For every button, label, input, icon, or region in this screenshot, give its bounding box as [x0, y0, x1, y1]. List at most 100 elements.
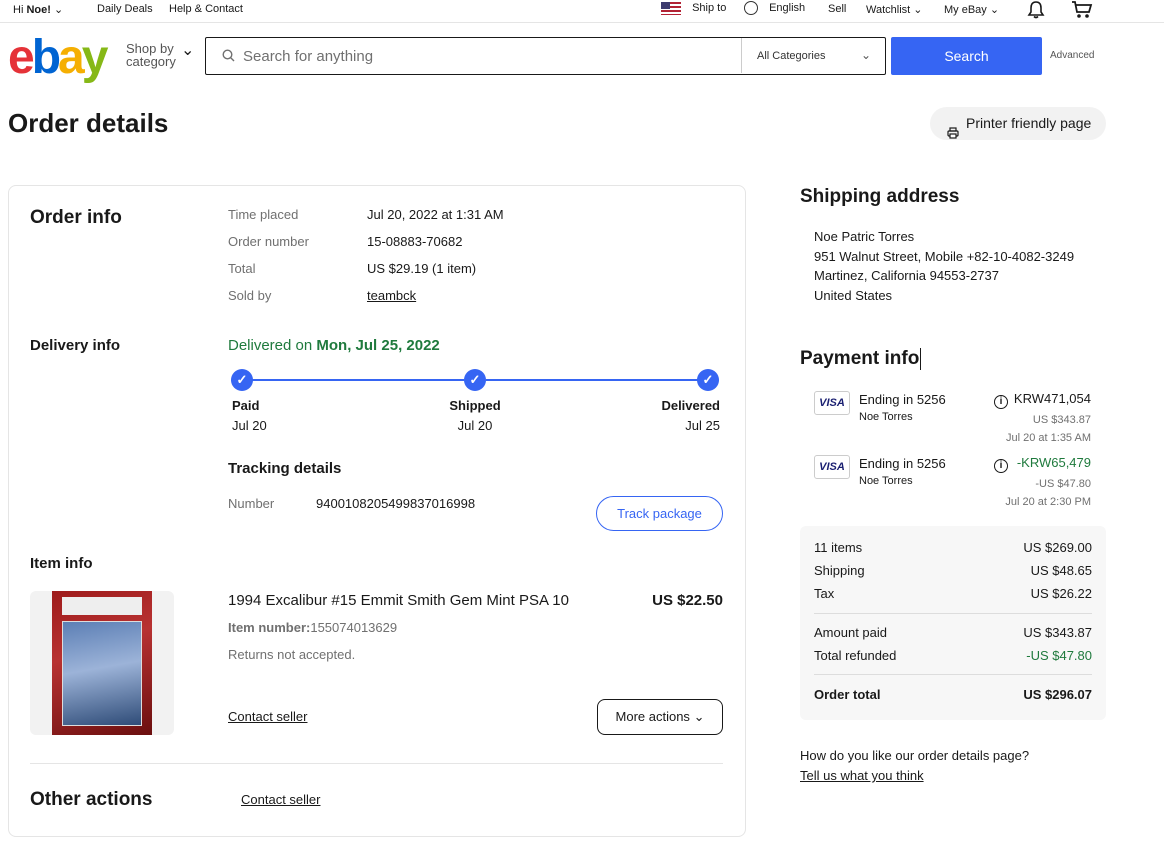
delivery-status: Delivered on Mon, Jul 25, 2022 [228, 337, 440, 354]
summary-value: US $48.65 [1030, 563, 1092, 578]
delivery-status-date: Mon, Jul 25, 2022 [316, 337, 440, 354]
sold-by-label: Sold by [228, 288, 272, 303]
order-number-label: Order number [228, 234, 309, 249]
progress-line-1 [252, 379, 464, 381]
order-total-value: US $296.07 [1023, 687, 1092, 702]
summary-shipping-row: Shipping US $48.65 [814, 563, 1092, 578]
ship-to-button[interactable]: Ship to [661, 2, 726, 15]
total-label: Total [228, 261, 256, 276]
section-divider [30, 763, 723, 764]
seller-link[interactable]: teambck [367, 288, 416, 303]
advanced-search-link[interactable]: Advanced [1050, 50, 1094, 61]
chevron-down-icon: ⌄ [913, 4, 923, 16]
printer-friendly-button[interactable]: Printer friendly page [930, 107, 1106, 140]
summary-value: US $343.87 [1023, 625, 1092, 640]
summary-label: Amount paid [814, 625, 887, 640]
returns-policy: Returns not accepted. [228, 647, 356, 662]
delivery-info-heading: Delivery info [30, 337, 121, 354]
search-button[interactable]: Search [891, 37, 1042, 75]
feedback-link[interactable]: Tell us what you think [800, 768, 924, 783]
item-price: US $22.50 [652, 592, 723, 609]
language-button[interactable]: English [744, 1, 805, 15]
daily-deals-link[interactable]: Daily Deals [97, 3, 153, 15]
item-title-link[interactable]: 1994 Excalibur #15 Emmit Smith Gem Mint … [228, 592, 569, 609]
summary-label: 11 items [814, 540, 863, 555]
item-thumbnail[interactable] [30, 591, 174, 735]
step-delivered-label: Delivered [661, 398, 720, 413]
greeting-prefix: Hi [13, 4, 27, 16]
category-select[interactable]: All Categories ⌄ [741, 38, 885, 73]
chevron-down-icon: ⌄ [693, 709, 705, 724]
total-value: US $29.19 (1 item) [367, 261, 477, 276]
bell-icon[interactable] [1027, 0, 1045, 22]
chevron-down-icon: ⌄ [989, 4, 1000, 16]
order-total-label: Order total [814, 687, 881, 702]
payment-info-heading: Payment info [800, 348, 922, 370]
ship-to-label: Ship to [692, 2, 727, 15]
shipped-check-icon: ✓ [464, 369, 486, 391]
address-street: 951 Walnut Street, Mobile +82-10-4082-32… [814, 248, 1075, 264]
search-input[interactable]: Search for anything [243, 48, 373, 65]
summary-total-row: Order total US $296.07 [814, 687, 1092, 702]
address-country: United States [814, 287, 893, 303]
payment-1-name: Noe Torres [859, 411, 913, 423]
time-placed-label: Time placed [228, 207, 299, 222]
watchlist-button[interactable]: Watchlist ⌄ [866, 3, 923, 16]
text-cursor [920, 348, 922, 370]
contact-seller-link[interactable]: Contact seller [228, 709, 307, 724]
step-shipped-date: Jul 20 [457, 418, 493, 433]
summary-tax-row: Tax US $26.22 [814, 586, 1092, 601]
step-delivered-date: Jul 25 [685, 418, 720, 433]
shipping-address: Noe Patric Torres 951 Walnut Street, Mob… [814, 227, 1074, 305]
chevron-down-icon: ⌄ [860, 48, 871, 62]
summary-amount-paid-row: Amount paid US $343.87 [814, 625, 1092, 640]
payment-info-heading-text: Payment info [800, 348, 920, 370]
item-number-value: 155074013629 [310, 620, 398, 635]
order-info-heading: Order info [30, 207, 122, 228]
greeting[interactable]: Hi Noe! ⌄ [13, 3, 63, 16]
printer-icon [947, 118, 959, 151]
payment-1-ending: Ending in 5256 [859, 392, 946, 407]
top-nav: Hi Noe! ⌄ Daily Deals Help & Contact Shi… [0, 0, 1164, 22]
category-select-value: All Categories [757, 50, 826, 62]
page-title: Order details [8, 108, 169, 138]
summary-value: US $26.22 [1030, 586, 1092, 601]
other-contact-seller-link[interactable]: Contact seller [241, 792, 320, 807]
category-label: category [126, 54, 176, 69]
top-divider [0, 22, 1164, 23]
my-ebay-label: My eBay [944, 4, 987, 16]
cart-icon[interactable] [1071, 0, 1093, 22]
item-number: Item number:155074013629 [228, 620, 397, 635]
payment-1-date: Jul 20 at 1:35 AM [1006, 432, 1091, 444]
summary-value: US $269.00 [1023, 540, 1092, 555]
summary-label: Shipping [814, 563, 865, 578]
delivery-status-prefix: Delivered on [228, 337, 317, 354]
summary-refunded-row: Total refunded -US $47.80 [814, 648, 1092, 663]
track-package-button[interactable]: Track package [596, 496, 723, 531]
us-flag-icon [661, 2, 681, 15]
visa-card-icon: VISA [814, 391, 850, 415]
summary-value: -US $47.80 [1026, 648, 1092, 663]
user-name: Noe! [26, 4, 51, 16]
payment-2-amount: -KRW65,479 [1016, 455, 1091, 470]
tracking-details-heading: Tracking details [228, 460, 342, 477]
delivered-check-icon: ✓ [697, 369, 719, 391]
search-bar: Search for anything All Categories ⌄ [205, 37, 886, 75]
visa-card-icon: VISA [814, 455, 850, 479]
shop-by-category-button[interactable]: Shop by category ⌄ [126, 42, 194, 69]
item-info-heading: Item info [30, 555, 93, 572]
summary-divider [814, 674, 1092, 675]
summary-items-row: 11 items US $269.00 [814, 540, 1092, 555]
watchlist-label: Watchlist [866, 4, 911, 16]
my-ebay-button[interactable]: My eBay ⌄ [944, 3, 999, 16]
sell-link[interactable]: Sell [828, 3, 846, 15]
globe-icon [744, 1, 758, 15]
order-summary: 11 items US $269.00 Shipping US $48.65 Tax… [800, 526, 1106, 720]
more-actions-button[interactable]: More actions ⌄ [597, 699, 723, 735]
help-contact-link[interactable]: Help & Contact [169, 3, 243, 15]
tracking-number-value: 9400108205499837016998 [316, 496, 476, 511]
step-paid-label: Paid [232, 398, 260, 413]
ebay-logo[interactable]: ebay [8, 34, 108, 82]
payment-1-usd: US $343.87 [1032, 414, 1091, 426]
summary-divider [814, 613, 1092, 614]
